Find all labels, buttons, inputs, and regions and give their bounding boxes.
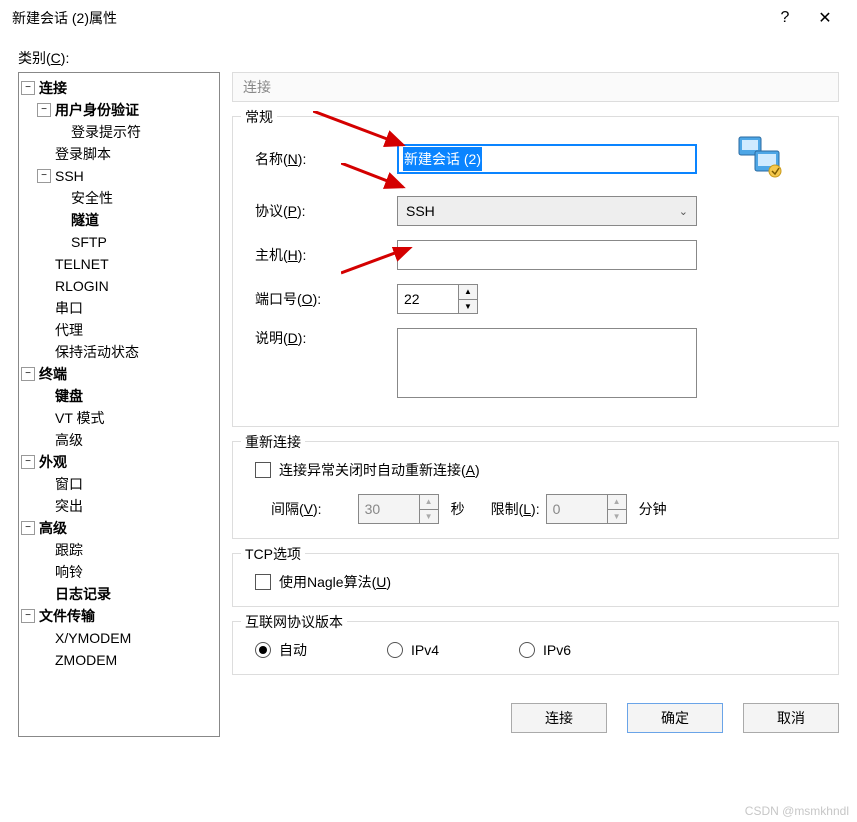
spin-up-icon: ▲ — [608, 495, 626, 510]
ok-button[interactable]: 确定 — [627, 703, 723, 733]
ip-v6-radio[interactable]: IPv6 — [519, 642, 571, 658]
collapse-icon[interactable]: − — [21, 609, 35, 623]
ip-v4-radio[interactable]: IPv4 — [387, 642, 439, 658]
nagle-checkbox[interactable] — [255, 574, 271, 590]
tree-item-sftp[interactable]: SFTP — [21, 231, 217, 253]
tree-item-zmodem[interactable]: ZMODEM — [21, 649, 217, 671]
collapse-icon[interactable]: − — [21, 367, 35, 381]
limit-input — [547, 495, 607, 523]
tree-item-window[interactable]: 窗口 — [21, 473, 217, 495]
group-ipversion: 互联网协议版本 自动 IPv4 IPv6 — [232, 621, 839, 675]
group-reconnect: 重新连接 连接异常关闭时自动重新连接(A) 间隔(V): ▲▼ 秒 限制(L): — [232, 441, 839, 539]
interval-unit: 秒 — [451, 499, 465, 519]
tree-item-logging[interactable]: 日志记录 — [21, 583, 217, 605]
tree-item-advanced1[interactable]: 高级 — [21, 429, 217, 451]
interval-label: 间隔(V): — [271, 499, 322, 519]
connect-button[interactable]: 连接 — [511, 703, 607, 733]
spin-down-icon: ▼ — [608, 510, 626, 524]
tree-item-keepalive[interactable]: 保持活动状态 — [21, 341, 217, 363]
tree-item-trace[interactable]: 跟踪 — [21, 539, 217, 561]
tree-item-keyboard[interactable]: 键盘 — [21, 385, 217, 407]
tree-item-highlight[interactable]: 突出 — [21, 495, 217, 517]
tree-item-vt-mode[interactable]: VT 模式 — [21, 407, 217, 429]
cancel-button[interactable]: 取消 — [743, 703, 839, 733]
limit-spinner: ▲▼ — [546, 494, 627, 524]
tree-item-xymodem[interactable]: X/YMODEM — [21, 627, 217, 649]
auto-reconnect-label: 连接异常关闭时自动重新连接(A) — [279, 460, 480, 480]
interval-input — [359, 495, 419, 523]
auto-reconnect-checkbox[interactable] — [255, 462, 271, 478]
group-ipversion-title: 互联网协议版本 — [241, 612, 347, 632]
tree-item-rlogin[interactable]: RLOGIN — [21, 275, 217, 297]
category-tree[interactable]: − 连接 − 用户身份验证 登录提示符 — [18, 72, 220, 737]
ip-auto-radio[interactable]: 自动 — [255, 640, 307, 660]
tree-item-serial[interactable]: 串口 — [21, 297, 217, 319]
tree-item-bell[interactable]: 响铃 — [21, 561, 217, 583]
category-label: 类别(C): — [18, 48, 839, 68]
connection-icon — [737, 135, 785, 182]
port-label: 端口号(O): — [247, 289, 387, 309]
tree-item-login-prompt[interactable]: 登录提示符 — [21, 121, 217, 143]
close-button[interactable]: ✕ — [805, 3, 845, 33]
port-spinner[interactable]: ▲▼ — [397, 284, 478, 314]
name-input[interactable]: 新建会话 (2) — [397, 144, 697, 174]
window-title: 新建会话 (2)属性 — [12, 8, 765, 28]
panel-header: 连接 — [232, 72, 839, 102]
tree-item-security[interactable]: 安全性 — [21, 187, 217, 209]
tree-item-connection[interactable]: − 连接 — [21, 77, 217, 99]
host-label: 主机(H): — [247, 245, 387, 265]
tree-item-terminal[interactable]: −终端 — [21, 363, 217, 385]
port-input[interactable] — [398, 285, 458, 313]
tree-item-file-transfer[interactable]: −文件传输 — [21, 605, 217, 627]
group-general-title: 常规 — [241, 107, 277, 127]
interval-spinner: ▲▼ — [358, 494, 439, 524]
collapse-icon[interactable]: − — [37, 103, 51, 117]
watermark: CSDN @msmkhndl — [745, 804, 849, 818]
collapse-icon[interactable]: − — [21, 521, 35, 535]
tree-item-advanced2[interactable]: −高级 — [21, 517, 217, 539]
group-tcp: TCP选项 使用Nagle算法(U) — [232, 553, 839, 607]
collapse-icon[interactable]: − — [21, 81, 35, 95]
tree-item-proxy[interactable]: 代理 — [21, 319, 217, 341]
spin-down-icon[interactable]: ▼ — [459, 300, 477, 314]
limit-label: 限制(L): — [491, 499, 540, 519]
spin-down-icon: ▼ — [420, 510, 438, 524]
desc-label: 说明(D): — [247, 328, 387, 348]
tree-item-login-script[interactable]: 登录脚本 — [21, 143, 217, 165]
collapse-icon[interactable]: − — [37, 169, 51, 183]
limit-unit: 分钟 — [639, 499, 667, 519]
tree-item-appearance[interactable]: −外观 — [21, 451, 217, 473]
protocol-label: 协议(P): — [247, 201, 387, 221]
help-button[interactable]: ? — [765, 3, 805, 33]
tree-item-telnet[interactable]: TELNET — [21, 253, 217, 275]
host-input[interactable] — [397, 240, 697, 270]
chevron-down-icon: ⌄ — [679, 205, 688, 218]
group-reconnect-title: 重新连接 — [241, 432, 305, 452]
group-tcp-title: TCP选项 — [241, 544, 305, 564]
spin-up-icon[interactable]: ▲ — [459, 285, 477, 300]
tree-item-user-auth[interactable]: − 用户身份验证 — [21, 99, 217, 121]
protocol-select[interactable]: SSH ⌄ — [397, 196, 697, 226]
spin-up-icon: ▲ — [420, 495, 438, 510]
description-input[interactable] — [397, 328, 697, 398]
group-general: 常规 名称(N): 新建会话 (2) — [232, 116, 839, 427]
nagle-label: 使用Nagle算法(U) — [279, 572, 391, 592]
name-label: 名称(N): — [247, 149, 387, 169]
tree-item-ssh[interactable]: −SSH — [21, 165, 217, 187]
collapse-icon[interactable]: − — [21, 455, 35, 469]
tree-item-tunnel[interactable]: 隧道 — [21, 209, 217, 231]
